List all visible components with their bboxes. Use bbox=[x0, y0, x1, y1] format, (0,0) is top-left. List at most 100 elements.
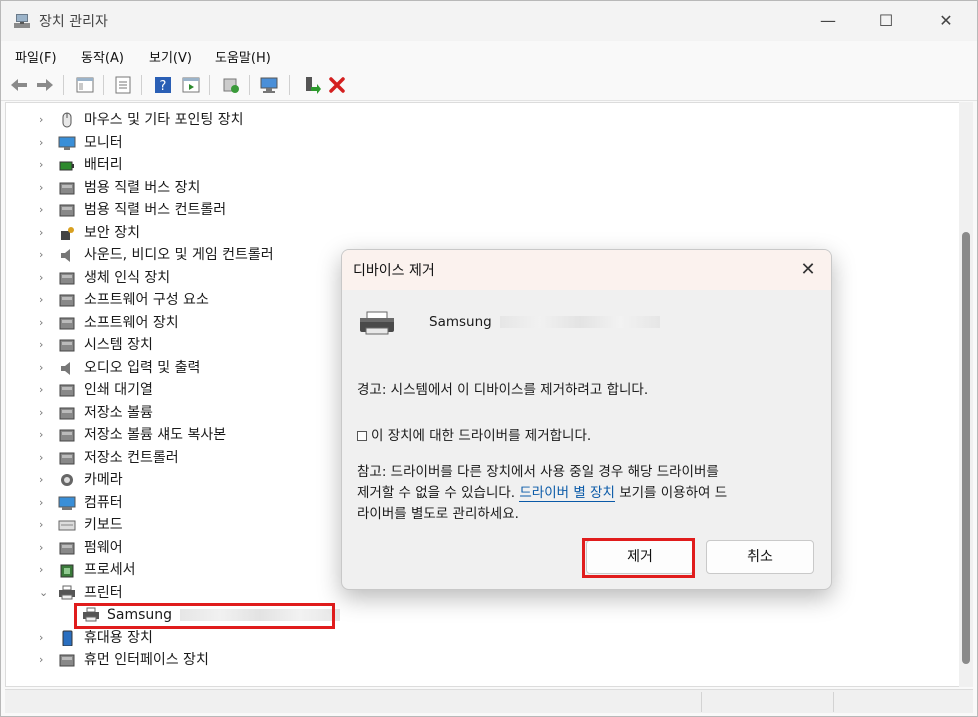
checkbox-box[interactable] bbox=[357, 431, 367, 441]
firmware-icon bbox=[59, 542, 75, 554]
chevron-right-icon[interactable]: › bbox=[39, 559, 49, 581]
device-name-text: Samsung bbox=[429, 314, 492, 330]
enable-device-icon[interactable] bbox=[301, 75, 321, 95]
tree-item-label: 보안 장치 bbox=[84, 224, 140, 241]
chevron-right-icon[interactable]: › bbox=[39, 402, 49, 424]
toolbar-separator bbox=[103, 75, 104, 95]
chevron-right-icon[interactable]: › bbox=[39, 357, 49, 379]
chevron-right-icon[interactable]: › bbox=[39, 379, 49, 401]
tree-item-hid[interactable]: › 휴먼 인터페이스 장치 bbox=[6, 649, 506, 671]
minimize-button[interactable]: — bbox=[805, 1, 851, 41]
scrollbar-thumb[interactable] bbox=[962, 232, 970, 664]
chevron-down-icon[interactable]: ⌄ bbox=[39, 582, 49, 604]
battery-icon bbox=[59, 161, 74, 171]
forward-arrow-icon[interactable] bbox=[35, 75, 55, 95]
tree-item-label: 휴먼 인터페이스 장치 bbox=[84, 652, 209, 668]
toolbar-separator bbox=[141, 75, 142, 95]
chevron-right-icon[interactable]: › bbox=[39, 177, 49, 199]
uninstall-device-icon[interactable] bbox=[327, 75, 347, 95]
chevron-right-icon[interactable]: › bbox=[39, 447, 49, 469]
chevron-right-icon[interactable]: › bbox=[39, 289, 49, 311]
chevron-right-icon[interactable]: › bbox=[39, 109, 49, 131]
chevron-right-icon[interactable]: › bbox=[39, 222, 49, 244]
chevron-right-icon[interactable]: › bbox=[39, 244, 49, 266]
back-arrow-icon[interactable] bbox=[9, 75, 29, 95]
chevron-right-icon[interactable]: › bbox=[39, 537, 49, 559]
tree-item-label: 저장소 볼륨 섀도 복사본 bbox=[84, 427, 227, 443]
toolbar-separator bbox=[289, 75, 290, 95]
print-queue-icon bbox=[59, 384, 75, 397]
remove-driver-checkbox[interactable]: 이 장치에 대한 드라이버를 제거합니다. bbox=[357, 426, 591, 447]
chevron-right-icon[interactable]: › bbox=[39, 267, 49, 289]
warning-text: 경고: 시스템에서 이 디바이스를 제거하려고 합니다. bbox=[357, 382, 649, 398]
tree-item-label: 범용 직렬 버스 장치 bbox=[84, 179, 201, 196]
dialog-title-bar: 디바이스 제거 ✕ bbox=[342, 250, 831, 290]
sound-icon bbox=[61, 249, 70, 262]
chevron-right-icon[interactable]: › bbox=[39, 424, 49, 446]
tree-item-label: 소프트웨어 구성 요소 bbox=[84, 292, 209, 308]
tree-item-label: 모니터 bbox=[84, 134, 123, 151]
drivers-by-device-link[interactable]: 드라이버 별 장치 bbox=[519, 485, 615, 502]
update-driver-icon[interactable] bbox=[221, 75, 241, 95]
title-bar: 장치 관리자 — ☐ ✕ bbox=[1, 1, 977, 41]
tree-item-mouse[interactable]: › 마우스 및 기타 포인팅 장치 bbox=[6, 109, 506, 131]
tree-item-monitor[interactable]: › 모니터 bbox=[6, 132, 506, 154]
printer-icon bbox=[59, 585, 75, 599]
tree-item-security-device[interactable]: › 보안 장치 bbox=[6, 222, 506, 244]
status-cell bbox=[833, 692, 971, 712]
tree-item-label: 시스템 장치 bbox=[84, 337, 153, 353]
chevron-right-icon[interactable]: › bbox=[39, 627, 49, 649]
tree-item-label: 카메라 bbox=[84, 472, 123, 488]
tree-item-portable-device[interactable]: › 휴대용 장치 bbox=[6, 627, 506, 649]
tree-item-battery[interactable]: › 배터리 bbox=[6, 154, 506, 176]
tree-item-usb-device[interactable]: › 범용 직렬 버스 장치 bbox=[6, 177, 506, 199]
cancel-button[interactable]: 취소 bbox=[706, 540, 814, 574]
show-hide-tree-icon[interactable] bbox=[75, 75, 95, 95]
tree-item-usb-controller[interactable]: › 범용 직렬 버스 컨트롤러 bbox=[6, 199, 506, 221]
chevron-right-icon[interactable]: › bbox=[39, 469, 49, 491]
menu-action[interactable]: 동작(A) bbox=[81, 47, 124, 66]
chevron-right-icon[interactable]: › bbox=[39, 154, 49, 176]
maximize-button[interactable]: ☐ bbox=[863, 1, 909, 41]
menu-help[interactable]: 도움말(H) bbox=[215, 47, 271, 66]
portable-device-icon bbox=[62, 630, 73, 646]
chevron-right-icon[interactable]: › bbox=[39, 199, 49, 221]
action-pane-icon[interactable] bbox=[181, 75, 201, 95]
chevron-right-icon[interactable]: › bbox=[39, 132, 49, 154]
redacted-model bbox=[499, 316, 660, 328]
toolbar-separator bbox=[209, 75, 210, 95]
tree-item-label: 키보드 bbox=[84, 517, 123, 533]
software-component-icon bbox=[59, 294, 75, 307]
tree-item-label: 사운드, 비디오 및 게임 컨트롤러 bbox=[84, 247, 274, 263]
chevron-right-icon[interactable]: › bbox=[39, 334, 49, 356]
biometric-icon bbox=[59, 272, 75, 284]
scan-hardware-icon[interactable] bbox=[259, 75, 279, 95]
menu-view[interactable]: 보기(V) bbox=[149, 47, 192, 66]
chevron-right-icon[interactable]: › bbox=[39, 312, 49, 334]
chevron-right-icon[interactable]: › bbox=[39, 649, 49, 671]
note-text: 보기를 이용하여 드 bbox=[614, 485, 728, 501]
tree-item-label: 인쇄 대기열 bbox=[84, 382, 153, 398]
tree-item-label: 펌웨어 bbox=[84, 539, 123, 556]
device-manager-window: 장치 관리자 — ☐ ✕ 파일(F) 동작(A) 보기(V) 도움말(H) ? … bbox=[0, 0, 978, 717]
menu-bar: 파일(F) 동작(A) 보기(V) 도움말(H) bbox=[1, 41, 977, 69]
properties-icon[interactable] bbox=[113, 75, 133, 95]
close-button[interactable]: ✕ bbox=[923, 1, 969, 41]
help-icon[interactable]: ? bbox=[153, 75, 173, 95]
audio-io-icon bbox=[61, 361, 70, 375]
status-bar bbox=[5, 689, 973, 713]
chevron-right-icon[interactable]: › bbox=[39, 514, 49, 536]
menu-file[interactable]: 파일(F) bbox=[15, 47, 57, 66]
software-device-icon bbox=[59, 317, 75, 329]
highlight-box bbox=[582, 538, 695, 578]
chevron-right-icon[interactable]: › bbox=[39, 492, 49, 514]
keyboard-icon bbox=[58, 520, 76, 531]
dialog-close-button[interactable]: ✕ bbox=[794, 256, 822, 284]
device-name: Samsung bbox=[429, 312, 660, 333]
storage-controller-icon bbox=[59, 452, 75, 464]
usb-controller-icon bbox=[59, 204, 75, 217]
vertical-scrollbar[interactable] bbox=[959, 102, 973, 687]
toolbar-separator bbox=[63, 75, 64, 95]
camera-icon bbox=[61, 474, 73, 486]
tree-item-label: 생체 인식 장치 bbox=[84, 269, 171, 286]
